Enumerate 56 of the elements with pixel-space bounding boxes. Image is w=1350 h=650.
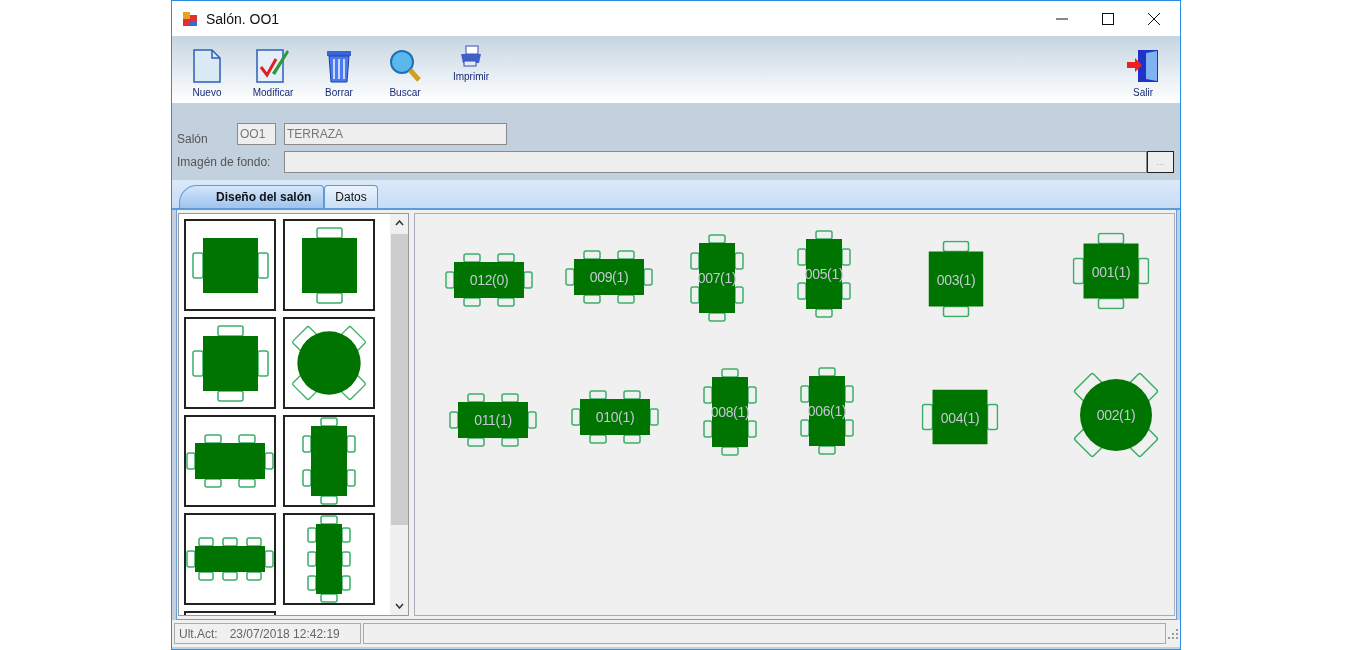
palette-tile[interactable] — [184, 513, 276, 605]
name-field[interactable]: TERRAZA — [284, 123, 507, 145]
tab[interactable]: Diseño del salón — [179, 185, 325, 208]
toolbar-button[interactable]: Borrar — [306, 36, 372, 103]
toolbar-button[interactable]: Buscar — [372, 36, 438, 103]
printer-icon — [459, 45, 483, 67]
table-label: 002(1) — [1096, 407, 1136, 423]
code-field[interactable]: OO1 — [237, 123, 276, 145]
status-label: Ult.Act: — [179, 626, 218, 641]
table-label: 012(0) — [469, 272, 509, 288]
table-label: 011(1) — [474, 412, 512, 428]
palette-tile[interactable] — [283, 513, 375, 605]
palette-tile[interactable] — [184, 317, 276, 409]
chevron-up-icon[interactable] — [394, 220, 404, 226]
table-drawing[interactable] — [921, 389, 999, 445]
field-label: Salón — [177, 132, 209, 146]
table-drawing[interactable] — [703, 368, 757, 456]
status-value: 23/07/2018 12:42:19 — [229, 626, 340, 641]
table-label: 004(1) — [940, 409, 980, 425]
resize-grip-icon[interactable] — [1168, 628, 1178, 639]
table-drawing[interactable] — [928, 240, 984, 318]
table-drawing[interactable] — [571, 390, 659, 444]
toolbar-button[interactable]: Imprimir — [438, 36, 504, 103]
maximize-icon[interactable] — [1102, 12, 1114, 25]
exit-door-icon — [1126, 49, 1160, 83]
trash-can-icon — [325, 49, 353, 83]
field-label: Imagén de fondo: — [177, 155, 272, 169]
table-drawing[interactable] — [1072, 232, 1150, 310]
table-drawing[interactable] — [565, 250, 653, 304]
table-label: 010(1) — [595, 409, 635, 425]
scrollbar-thumb[interactable] — [390, 234, 408, 525]
table-drawing[interactable] — [800, 367, 854, 455]
table-drawing[interactable] — [797, 230, 851, 318]
table-drawing[interactable] — [445, 253, 533, 307]
app-icon — [182, 10, 198, 27]
palette-tile[interactable] — [283, 415, 375, 507]
toolbar-button[interactable]: Salir — [1110, 36, 1176, 103]
document-icon — [193, 49, 221, 83]
toolbar-button[interactable]: Nuevo — [174, 36, 240, 103]
image-path-field[interactable] — [284, 151, 1147, 173]
close-icon[interactable] — [1148, 12, 1160, 25]
checklist-pen-icon — [256, 47, 290, 83]
table-drawing[interactable] — [449, 393, 537, 447]
palette-tile[interactable] — [184, 219, 276, 311]
palette-tile[interactable] — [184, 415, 276, 507]
tab[interactable]: Datos — [324, 185, 378, 208]
table-label: 009(1) — [589, 269, 629, 285]
table-drawing[interactable] — [690, 234, 744, 322]
table-label: 001(1) — [1091, 263, 1131, 279]
toolbar-button[interactable]: Modificar — [240, 36, 306, 103]
window-title: Salón. OO1 — [206, 10, 280, 27]
table-label: 003(1) — [936, 271, 976, 287]
palette-tile[interactable] — [283, 219, 375, 311]
chevron-down-icon[interactable] — [394, 603, 404, 609]
scrollbar[interactable] — [390, 214, 408, 615]
search-icon — [388, 49, 422, 83]
